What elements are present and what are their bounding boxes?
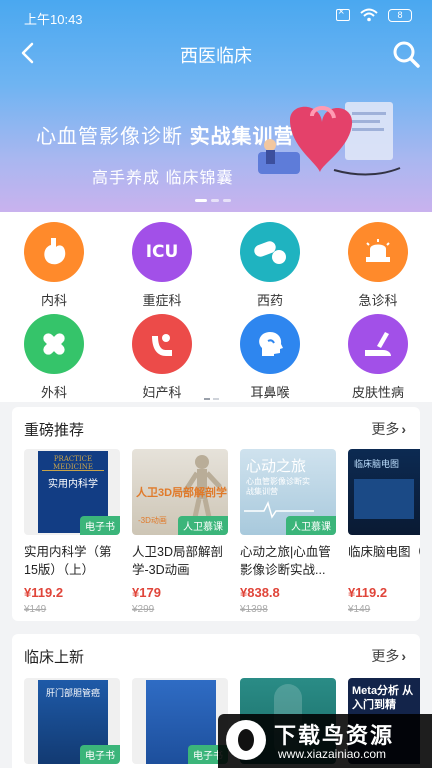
watermark-overlay: 下载鸟资源 www.xiazainiao.com xyxy=(218,714,432,768)
book-price: ¥179 xyxy=(132,585,161,600)
featured-more-link[interactable]: 更多 › xyxy=(371,419,406,439)
category-ent[interactable]: 耳鼻喉 xyxy=(225,314,315,401)
cover-subtitle: 心血管影像诊断实战集训营 xyxy=(246,477,310,496)
heart-illustration-icon xyxy=(258,102,401,176)
banner-subtitle: 高手养成 临床锦囊 xyxy=(92,170,234,187)
category-label: 西药 xyxy=(256,293,283,308)
book-type-badge: 人卫慕课 xyxy=(286,516,336,535)
ambulance-light-icon xyxy=(348,222,408,282)
banner-title-plain: 心血管影像诊断 xyxy=(36,126,183,148)
book-title: 实用内科学（第15版）（上） xyxy=(24,545,112,577)
book-title: 临床脑电图（富媒体电 xyxy=(348,545,420,559)
category-label: 耳鼻喉 xyxy=(250,385,290,400)
pill-icon xyxy=(240,222,300,282)
sim-icon xyxy=(336,6,350,21)
book-cover: 肝门部胆管癌 电子书 xyxy=(24,678,120,764)
book-title: 心动之旅|心血管影像诊断实战... xyxy=(240,545,331,577)
category-label: 重症科 xyxy=(142,293,182,308)
featured-section: 重磅推荐 更多 › PRACTICE MEDICINE 实用内科学 电子书 实用内… xyxy=(12,407,420,621)
category-label: 外科 xyxy=(40,385,67,400)
book-original-price: ¥1398 xyxy=(240,604,268,615)
more-label: 更多 xyxy=(371,421,400,437)
status-time: 上午10:43 xyxy=(24,12,83,27)
cover-subtitle: -3D动画 xyxy=(138,516,167,525)
category-internal-medicine[interactable]: 内科 xyxy=(9,222,99,309)
featured-book-3[interactable]: 心动之旅 心血管影像诊断实战集训营 人卫慕课 心动之旅|心血管影像诊断实战...… xyxy=(240,449,336,615)
battery-icon: 8 xyxy=(388,8,412,22)
category-obstetrics[interactable]: 妇产科 xyxy=(117,314,207,401)
new-book-2[interactable]: 电子书 xyxy=(132,678,228,764)
new-releases-header: 临床上新 更多 › xyxy=(12,634,420,674)
featured-book-2[interactable]: 人卫3D局部解剖学 -3D动画 人卫慕课 人卫3D局部解剖学-3D动画 ¥179… xyxy=(132,449,228,615)
watermark-name: 下载鸟资源 xyxy=(274,723,395,748)
book-cover: 临床脑电图 xyxy=(348,449,420,535)
book-price: ¥119.2 xyxy=(348,585,388,600)
book-title: 人卫3D局部解剖学-3D动画 xyxy=(132,545,223,577)
book-price: ¥838.8 xyxy=(240,585,280,600)
book-price: ¥119.2 xyxy=(24,585,64,600)
head-profile-icon xyxy=(240,314,300,374)
cover-title: 肝门部胆管癌 xyxy=(45,688,100,698)
category-surgery[interactable]: 外科 xyxy=(9,314,99,401)
cover-title: 临床脑电图 xyxy=(354,459,400,469)
stomach-icon xyxy=(24,222,84,282)
book-type-badge: 人卫慕课 xyxy=(178,516,228,535)
book-cover: 人卫3D局部解剖学 -3D动画 人卫慕课 xyxy=(132,449,228,535)
watermark-url: www.xiazainiao.com xyxy=(278,747,387,761)
skin-care-icon xyxy=(348,314,408,374)
featured-header: 重磅推荐 更多 › xyxy=(12,407,420,447)
section-title: 重磅推荐 xyxy=(24,422,85,439)
chevron-right-icon: › xyxy=(401,648,406,664)
featured-book-4[interactable]: 临床脑电图 临床脑电图（富媒体电 ¥119.2 ¥149 xyxy=(348,449,420,615)
cover-title: Meta分析 从入门到精 xyxy=(352,685,414,711)
bandage-icon xyxy=(24,314,84,374)
chevron-right-icon: › xyxy=(401,421,406,437)
book-original-price: ¥149 xyxy=(24,604,47,615)
book-cover: 电子书 xyxy=(132,678,228,764)
new-releases-more-link[interactable]: 更多 › xyxy=(371,646,406,666)
header-banner-area: 上午10:43 8 西医临床 心血管影像诊断 实战集训营 高手养成 临床锦囊 xyxy=(0,0,432,212)
category-western-medicine[interactable]: 西药 xyxy=(225,222,315,309)
new-book-1[interactable]: 肝门部胆管癌 电子书 xyxy=(24,678,120,764)
category-label: 急诊科 xyxy=(358,293,398,308)
category-emergency[interactable]: 急诊科 xyxy=(333,222,423,309)
category-dermatology[interactable]: 皮肤性病 xyxy=(333,314,423,401)
icu-icon: ICU xyxy=(132,222,192,282)
cover-title: 心动之旅 xyxy=(246,458,307,475)
search-icon[interactable] xyxy=(390,38,422,70)
banner-indicator xyxy=(195,199,231,202)
section-title: 临床上新 xyxy=(24,649,85,666)
book-cover: PRACTICE MEDICINE 实用内科学 电子书 xyxy=(24,449,120,535)
book-type-badge: 电子书 xyxy=(80,745,120,764)
more-label: 更多 xyxy=(371,648,400,664)
category-label: 皮肤性病 xyxy=(351,385,404,400)
status-icons: 8 xyxy=(336,6,412,22)
nav-bar: 西医临床 xyxy=(0,32,432,76)
featured-book-1[interactable]: PRACTICE MEDICINE 实用内科学 电子书 实用内科学（第15版）（… xyxy=(24,449,120,615)
book-original-price: ¥149 xyxy=(348,604,371,615)
status-bar: 上午10:43 8 xyxy=(0,0,432,32)
book-type-badge: 电子书 xyxy=(80,516,120,535)
book-cover: 心动之旅 心血管影像诊断实战集训营 人卫慕课 xyxy=(240,449,336,535)
bird-logo-icon xyxy=(226,720,266,760)
cover-title: 实用内科学 xyxy=(48,479,98,490)
book-original-price: ¥299 xyxy=(132,604,155,615)
wifi-icon xyxy=(360,8,378,22)
category-label: 妇产科 xyxy=(142,385,182,400)
page-title: 西医临床 xyxy=(180,46,252,66)
category-label: 内科 xyxy=(40,293,67,308)
category-page-indicator xyxy=(204,398,219,400)
category-grid: 内科 ICU 重症科 西药 急诊科 外科 妇产科 耳鼻喉 皮肤性病 xyxy=(0,212,432,402)
uterus-icon xyxy=(132,314,192,374)
cover-title: 人卫3D局部解剖学 xyxy=(136,487,228,499)
category-icu[interactable]: ICU 重症科 xyxy=(117,222,207,309)
